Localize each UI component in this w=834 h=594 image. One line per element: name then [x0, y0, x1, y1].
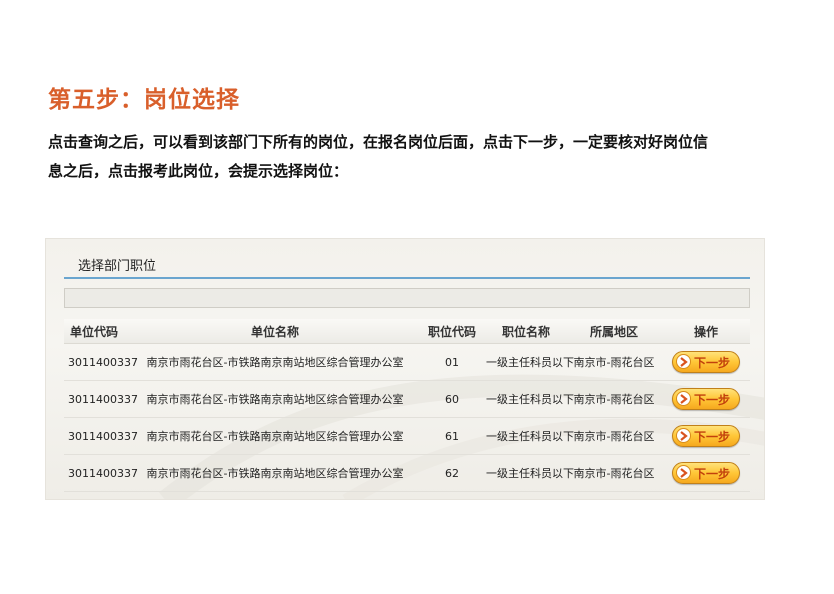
next-step-button[interactable]: 下一步 [672, 388, 740, 410]
job-name-cell: 一级主任科员以下 [486, 417, 574, 455]
unit-name-cell: 南京市雨花台区-市铁路南京南站地区综合管理办公室 [132, 343, 418, 381]
table-row: 3011400337 南京市雨花台区-市铁路南京南站地区综合管理办公室 61 一… [64, 417, 750, 455]
unit-code-cell: 3011400337 [64, 417, 138, 455]
instruction-line-2: 息之后，点击报考此岗位，会提示选择岗位： [48, 162, 349, 180]
col-action: 操作 [662, 319, 750, 344]
job-name-cell: 一级主任科员以下 [486, 454, 574, 492]
chevron-right-icon [676, 391, 691, 406]
region-cell: 南京市-雨花台区 [566, 454, 662, 492]
col-unit-code: 单位代码 [64, 319, 132, 344]
panel-title: 选择部门职位 [78, 259, 157, 274]
instruction-line-1: 点击查询之后，可以看到该部门下所有的岗位，在报名岗位后面，点击下一步，一定要核对… [48, 133, 709, 151]
select-position-panel: 选择部门职位 单位代码 单位名称 职位代码 职位名称 所属地区 操作 30114… [45, 238, 765, 500]
panel-header: 选择部门职位 [64, 255, 750, 279]
next-step-label: 下一步 [694, 393, 731, 407]
positions-table: 单位代码 单位名称 职位代码 职位名称 所属地区 操作 3011400337 南… [64, 319, 750, 492]
step-title: 第五步：岗位选择 [48, 86, 240, 113]
region-cell: 南京市-雨花台区 [566, 343, 662, 381]
col-job-name: 职位名称 [486, 319, 566, 344]
region-cell: 南京市-雨花台区 [566, 380, 662, 418]
region-cell: 南京市-雨花台区 [566, 417, 662, 455]
next-step-label: 下一步 [694, 467, 731, 481]
unit-code-cell: 3011400337 [64, 343, 138, 381]
instruction-text: 点击查询之后，可以看到该部门下所有的岗位，在报名岗位后面，点击下一步，一定要核对… [48, 128, 788, 186]
chevron-right-icon [676, 354, 691, 369]
unit-name-cell: 南京市雨花台区-市铁路南京南站地区综合管理办公室 [132, 454, 418, 492]
chevron-right-icon [676, 428, 691, 443]
action-cell: 下一步 [662, 380, 750, 418]
action-cell: 下一步 [662, 454, 750, 492]
next-step-label: 下一步 [694, 430, 731, 444]
unit-code-cell: 3011400337 [64, 454, 138, 492]
unit-name-cell: 南京市雨花台区-市铁路南京南站地区综合管理办公室 [132, 380, 418, 418]
job-code-cell: 61 [418, 417, 486, 455]
chevron-right-icon [676, 465, 691, 480]
job-name-cell: 一级主任科员以下 [486, 380, 574, 418]
col-job-code: 职位代码 [418, 319, 486, 344]
table-row: 3011400337 南京市雨花台区-市铁路南京南站地区综合管理办公室 01 一… [64, 343, 750, 381]
next-step-label: 下一步 [694, 356, 731, 370]
next-step-button[interactable]: 下一步 [672, 425, 740, 447]
table-row: 3011400337 南京市雨花台区-市铁路南京南站地区综合管理办公室 60 一… [64, 380, 750, 418]
action-cell: 下一步 [662, 417, 750, 455]
filter-bar [64, 288, 750, 308]
action-cell: 下一步 [662, 343, 750, 381]
col-region: 所属地区 [566, 319, 662, 344]
col-unit-name: 单位名称 [132, 319, 418, 344]
job-code-cell: 01 [418, 343, 486, 381]
job-code-cell: 62 [418, 454, 486, 492]
job-name-cell: 一级主任科员以下 [486, 343, 574, 381]
next-step-button[interactable]: 下一步 [672, 462, 740, 484]
unit-code-cell: 3011400337 [64, 380, 138, 418]
next-step-button[interactable]: 下一步 [672, 351, 740, 373]
unit-name-cell: 南京市雨花台区-市铁路南京南站地区综合管理办公室 [132, 417, 418, 455]
table-header-row: 单位代码 单位名称 职位代码 职位名称 所属地区 操作 [64, 319, 750, 344]
table-row: 3011400337 南京市雨花台区-市铁路南京南站地区综合管理办公室 62 一… [64, 454, 750, 492]
job-code-cell: 60 [418, 380, 486, 418]
